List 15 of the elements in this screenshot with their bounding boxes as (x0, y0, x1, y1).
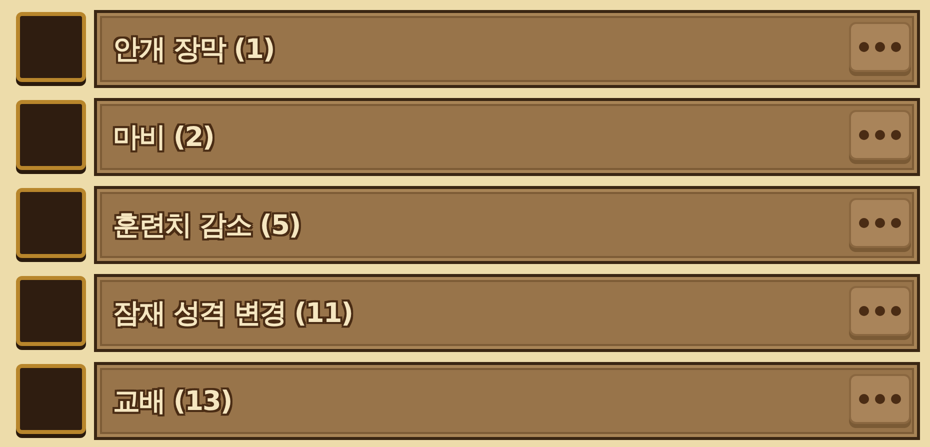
list-row[interactable]: 훈련치 감소 (5) (94, 186, 920, 264)
more-icon (857, 305, 903, 317)
more-icon (857, 129, 903, 141)
list-row[interactable]: 안개 장막 (1) (94, 10, 920, 88)
more-icon (857, 41, 903, 53)
more-icon (857, 217, 903, 229)
row-label: 훈련치 감소 (5) (113, 209, 300, 243)
row-label: 교배 (13) (113, 385, 232, 419)
more-icon (857, 393, 903, 405)
list-row[interactable]: 마비 (2) (94, 98, 920, 176)
list-row[interactable]: 교배 (13) (94, 362, 920, 440)
row-label: 마비 (2) (113, 121, 214, 155)
row-label: 안개 장막 (1) (113, 33, 274, 67)
list-row[interactable]: 잠재 성격 변경 (11) (94, 274, 920, 352)
row-label: 잠재 성격 변경 (11) (113, 297, 352, 331)
